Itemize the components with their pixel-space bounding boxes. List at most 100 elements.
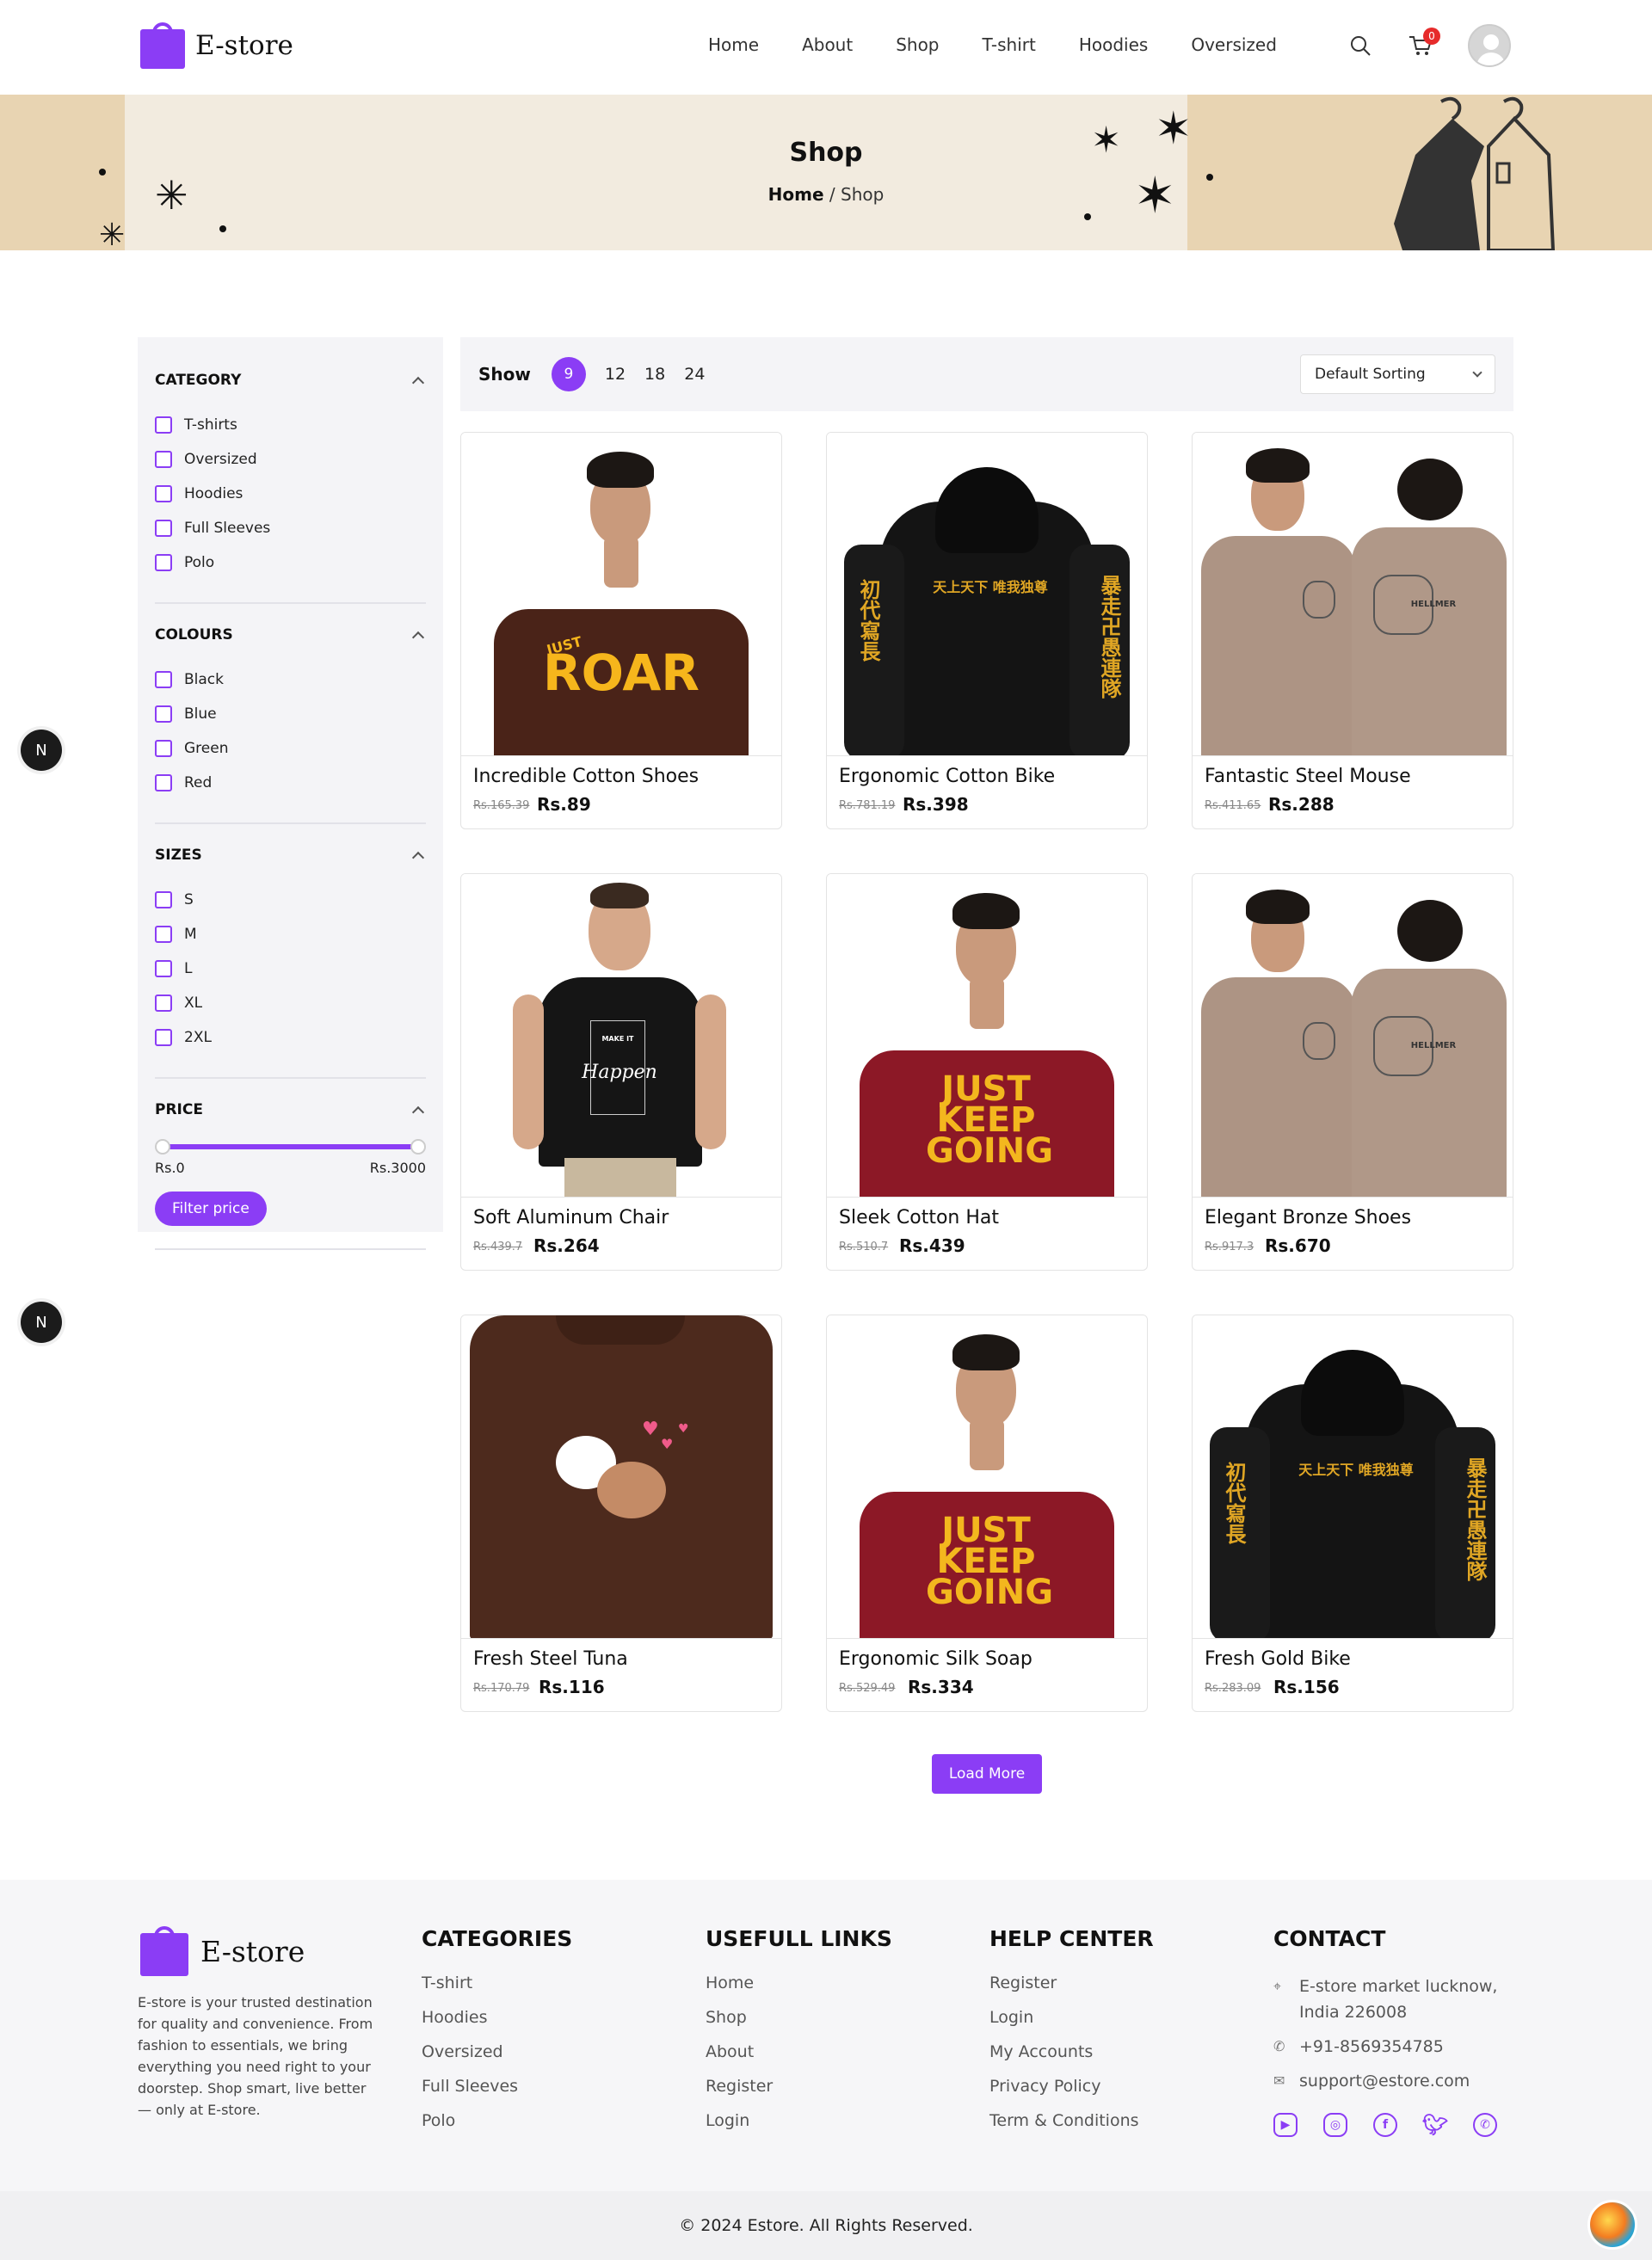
category-option[interactable]: Oversized [155, 442, 426, 477]
per-page-option-active[interactable]: 9 [551, 357, 586, 391]
search-icon[interactable] [1347, 33, 1373, 59]
footer-link[interactable]: Hoodies [422, 2008, 572, 2042]
checkbox[interactable] [155, 960, 172, 977]
product-name[interactable]: Fresh Steel Tuna [473, 1648, 628, 1670]
checkbox[interactable] [155, 926, 172, 943]
checkbox[interactable] [155, 671, 172, 688]
chevron-up-icon[interactable] [411, 631, 425, 644]
user-avatar[interactable] [1468, 24, 1511, 67]
checkbox[interactable] [155, 520, 172, 537]
facebook-icon[interactable]: f [1373, 2113, 1397, 2137]
category-filter-header[interactable]: CATEGORY [155, 372, 426, 390]
product-name[interactable]: Elegant Bronze Shoes [1205, 1207, 1411, 1229]
product-card[interactable]: ♥ ♥ ♥ Fresh Steel Tuna Rs.170.79 Rs.116 [460, 1315, 782, 1712]
colour-option[interactable]: Red [155, 766, 426, 800]
colour-option[interactable]: Black [155, 662, 426, 697]
checkbox[interactable] [155, 554, 172, 571]
footer-link[interactable]: Privacy Policy [989, 2077, 1154, 2111]
load-more-button[interactable]: Load More [932, 1754, 1042, 1794]
product-image[interactable]: JUST KEEP GOING [827, 874, 1147, 1198]
footer-link[interactable]: Shop [706, 2008, 892, 2042]
checkbox[interactable] [155, 1029, 172, 1046]
price-range-slider[interactable] [155, 1137, 426, 1155]
product-card[interactable]: HELLMER Fantastic Steel Mouse Rs.411.65 … [1192, 432, 1513, 829]
colour-option[interactable]: Blue [155, 697, 426, 731]
footer-link[interactable]: Login [989, 2008, 1154, 2042]
price-min-handle[interactable] [155, 1139, 170, 1155]
contact-phone[interactable]: ✆ +91-8569354785 [1273, 2034, 1532, 2060]
product-card[interactable]: HELLMER Elegant Bronze Shoes Rs.917.3 Rs… [1192, 873, 1513, 1271]
nav-hoodies[interactable]: Hoodies [1079, 34, 1149, 55]
checkbox[interactable] [155, 774, 172, 791]
colour-option[interactable]: Green [155, 731, 426, 766]
product-card[interactable]: 天上天下 唯我独尊 初代寫長 暴走卍愚連隊 Ergonomic Cotton B… [826, 432, 1148, 829]
category-option[interactable]: T-shirts [155, 408, 426, 442]
price-max-handle[interactable] [410, 1139, 426, 1155]
product-name[interactable]: Incredible Cotton Shoes [473, 766, 699, 787]
nav-home[interactable]: Home [708, 34, 759, 55]
colour-filter-header[interactable]: COLOURS [155, 626, 426, 644]
breadcrumb-home[interactable]: Home [768, 184, 824, 205]
nav-tshirt[interactable]: T-shirt [983, 34, 1036, 55]
checkbox[interactable] [155, 485, 172, 502]
footer-link[interactable]: Term & Conditions [989, 2111, 1154, 2146]
product-image[interactable]: MAKE IT Happen [461, 874, 781, 1198]
nav-shop[interactable]: Shop [896, 34, 939, 55]
product-image[interactable]: ♥ ♥ ♥ [461, 1315, 781, 1639]
product-card[interactable]: JUST ROAR Incredible Cotton Shoes Rs.165… [460, 432, 782, 829]
product-name[interactable]: Fresh Gold Bike [1205, 1648, 1351, 1670]
whatsapp-icon[interactable]: ✆ [1473, 2113, 1497, 2137]
size-filter-header[interactable]: SIZES [155, 847, 426, 865]
footer-link[interactable]: About [706, 2042, 892, 2077]
nav-oversized[interactable]: Oversized [1191, 34, 1277, 55]
product-name[interactable]: Soft Aluminum Chair [473, 1207, 669, 1229]
extension-badge-icon[interactable] [1587, 2200, 1637, 2250]
filter-price-button[interactable]: Filter price [155, 1192, 267, 1226]
product-card[interactable]: 天上天下 唯我独尊 初代寫長 暴走卍愚連隊 Fresh Gold Bike Rs… [1192, 1315, 1513, 1712]
category-option[interactable]: Polo [155, 545, 426, 580]
nav-about[interactable]: About [802, 34, 853, 55]
footer-link[interactable]: Full Sleeves [422, 2077, 572, 2111]
per-page-option[interactable]: 12 [605, 365, 626, 384]
instagram-icon[interactable]: ◎ [1323, 2113, 1347, 2137]
product-card[interactable]: MAKE IT Happen Soft Aluminum Chair Rs.43… [460, 873, 782, 1271]
checkbox[interactable] [155, 995, 172, 1012]
product-image[interactable]: 天上天下 唯我独尊 初代寫長 暴走卍愚連隊 [827, 433, 1147, 756]
product-card[interactable]: JUST KEEP GOING Ergonomic Silk Soap Rs.5… [826, 1315, 1148, 1712]
youtube-icon[interactable]: ▶ [1273, 2113, 1298, 2137]
checkbox[interactable] [155, 705, 172, 723]
checkbox[interactable] [155, 416, 172, 434]
product-image[interactable]: HELLMER [1193, 433, 1513, 756]
product-image[interactable]: JUST KEEP GOING [827, 1315, 1147, 1639]
category-option[interactable]: Full Sleeves [155, 511, 426, 545]
footer-link[interactable]: Register [706, 2077, 892, 2111]
size-option[interactable]: XL [155, 986, 426, 1020]
cart-icon[interactable]: 0 [1408, 28, 1440, 59]
footer-link[interactable]: Polo [422, 2111, 572, 2146]
size-option[interactable]: 2XL [155, 1020, 426, 1055]
product-image[interactable]: JUST ROAR [461, 433, 781, 756]
per-page-option[interactable]: 24 [684, 365, 705, 384]
product-image[interactable]: HELLMER [1193, 874, 1513, 1198]
footer-link[interactable]: Register [989, 1974, 1154, 2008]
product-card[interactable]: JUST KEEP GOING Sleek Cotton Hat Rs.510.… [826, 873, 1148, 1271]
size-option[interactable]: S [155, 883, 426, 917]
size-option[interactable]: L [155, 951, 426, 986]
product-name[interactable]: Fantastic Steel Mouse [1205, 766, 1411, 787]
footer-link[interactable]: Home [706, 1974, 892, 2008]
footer-brand-logo[interactable]: E-store [140, 1926, 305, 1976]
twitter-icon[interactable]: 🐦︎ [1422, 2113, 1448, 2137]
category-option[interactable]: Hoodies [155, 477, 426, 511]
footer-link[interactable]: Login [706, 2111, 892, 2146]
chevron-up-icon[interactable] [411, 1105, 425, 1119]
checkbox[interactable] [155, 891, 172, 908]
footer-link[interactable]: T-shirt [422, 1974, 572, 2008]
price-filter-header[interactable]: PRICE [155, 1101, 426, 1119]
size-option[interactable]: M [155, 917, 426, 951]
product-name[interactable]: Ergonomic Silk Soap [839, 1648, 1032, 1670]
brand-logo[interactable]: E-store [140, 22, 293, 69]
product-name[interactable]: Ergonomic Cotton Bike [839, 766, 1055, 787]
contact-email[interactable]: ✉ support@estore.com [1273, 2068, 1532, 2094]
footer-link[interactable]: My Accounts [989, 2042, 1154, 2077]
footer-link[interactable]: Oversized [422, 2042, 572, 2077]
